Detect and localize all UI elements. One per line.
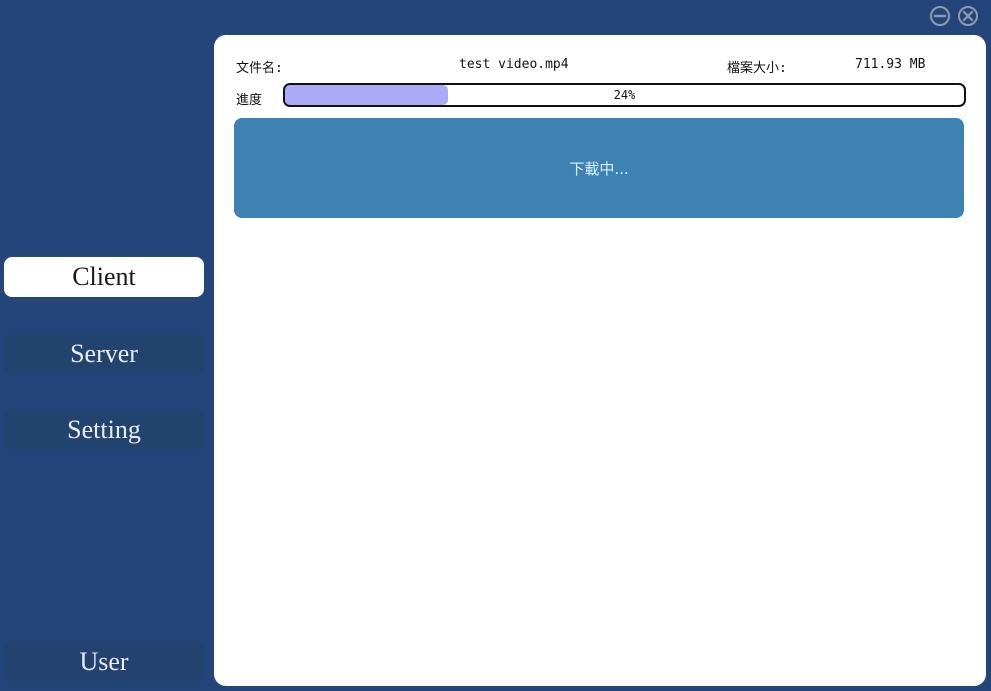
sidebar-item-label: Client (72, 262, 136, 291)
downloading-status-button[interactable]: 下載中... (234, 118, 964, 218)
minimize-button[interactable] (930, 6, 950, 26)
filename-label: 文件名: (236, 61, 283, 76)
close-button[interactable] (958, 6, 978, 26)
download-progress-bar: 24% (283, 83, 966, 107)
sidebar-item-setting[interactable]: Setting (4, 410, 204, 450)
sidebar-item-client[interactable]: Client (4, 257, 204, 297)
minimize-icon (933, 14, 947, 18)
download-panel: 文件名: test video.mp4 檔案大小: 711.93 MB 進度 2… (214, 35, 986, 686)
download-status-label: 下載中... (569, 159, 629, 178)
filesize-value: 711.93 MB (855, 57, 926, 72)
progress-label: 進度 (236, 93, 263, 108)
filesize-label: 檔案大小: (727, 61, 787, 76)
sidebar-item-label: Setting (67, 415, 141, 444)
progress-percent-text: 24% (613, 88, 636, 102)
sidebar-item-user[interactable]: User (4, 642, 204, 682)
sidebar-item-server[interactable]: Server (4, 334, 204, 374)
filename-value: test video.mp4 (459, 57, 569, 72)
close-icon (962, 10, 974, 22)
sidebar-item-label: User (79, 647, 129, 676)
sidebar-item-label: Server (70, 339, 138, 368)
